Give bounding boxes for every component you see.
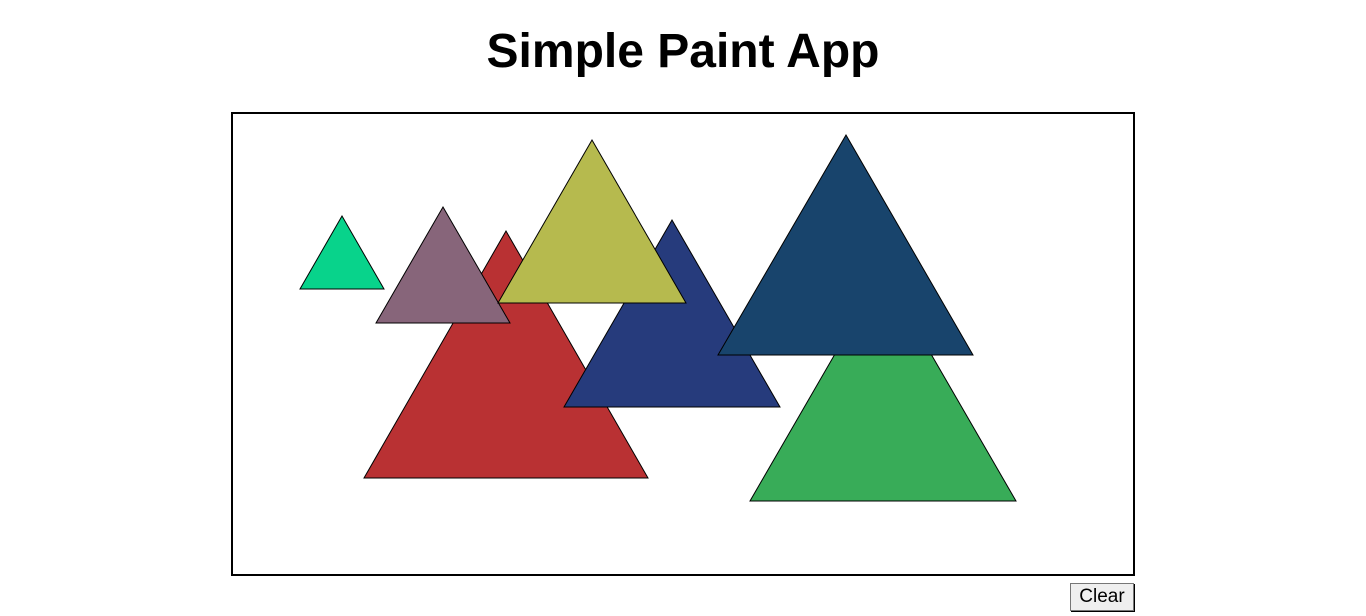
triangle-shape-1	[299, 214, 385, 290]
paint-canvas-drawing[interactable]	[233, 114, 1133, 574]
paint-canvas[interactable]	[231, 112, 1135, 576]
page-title: Simple Paint App	[486, 25, 880, 78]
clear-button[interactable]: Clear	[1070, 583, 1134, 611]
triangle-shape-5	[497, 138, 687, 304]
triangle-shape-7	[717, 134, 974, 356]
